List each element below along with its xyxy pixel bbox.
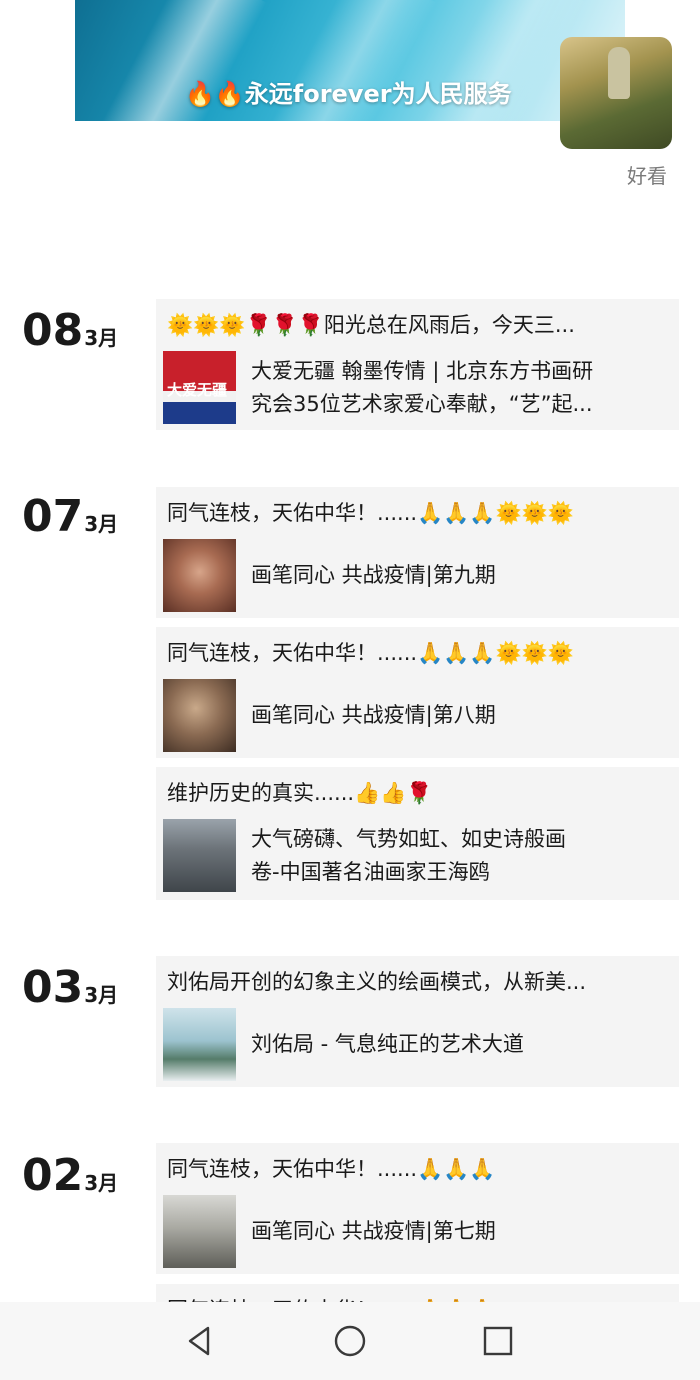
post-day: 02 xyxy=(22,1150,84,1201)
post-thumbnail xyxy=(163,1008,236,1081)
post-card[interactable]: 刘佑局开创的幻象主义的绘画模式，从新美... 刘佑局 - 气息纯正的艺术大道 xyxy=(156,956,679,1087)
post-title: 🌞🌞🌞🌹🌹🌹阳光总在风雨后，今天三... xyxy=(167,313,575,337)
recents-button[interactable] xyxy=(448,1302,548,1380)
post-month: 3月 xyxy=(84,326,119,350)
profile-avatar[interactable] xyxy=(560,37,672,149)
back-button[interactable] xyxy=(150,1302,250,1380)
post-date: 073月 xyxy=(22,495,118,546)
thumb-text: 大爱无疆 xyxy=(167,382,228,399)
post-title: 同气连枝，天佑中华！......🙏🙏🙏 xyxy=(167,1157,496,1181)
post-thumbnail xyxy=(163,1195,236,1268)
post-thumbnail xyxy=(163,539,236,612)
shared-article-title: 画笔同心 共战疫情|第七期 xyxy=(251,1219,496,1243)
post-date: 023月 xyxy=(22,1154,118,1205)
post-month: 3月 xyxy=(84,512,119,536)
post-card[interactable]: 同气连枝，天佑中华！......🙏🙏🙏🌞🌞🌞 画笔同心 共战疫情|第八期 xyxy=(156,627,679,758)
post-month: 3月 xyxy=(84,1171,119,1195)
post-title: 刘佑局开创的幻象主义的绘画模式，从新美... xyxy=(167,970,587,994)
haokan-label[interactable]: 好看 xyxy=(627,160,667,189)
cover-image[interactable]: 🔥🔥永远forever为人民服务 xyxy=(75,0,625,121)
shared-article-title-line1: 大气磅礴、气势如虹、如史诗般画 xyxy=(251,827,566,851)
system-navigation-bar xyxy=(0,1302,700,1380)
shared-article-title-line2: 卷-中国著名油画家王海鸥 xyxy=(251,860,490,884)
post-thumbnail xyxy=(163,819,236,892)
cover-caption: 🔥🔥永远forever为人民服务 xyxy=(185,80,512,108)
post-card[interactable]: 同气连枝，天佑中华！......🙏🙏🙏 画笔同心 共战疫情|第七期 xyxy=(156,1143,679,1274)
post-card[interactable]: 🌞🌞🌞🌹🌹🌹阳光总在风雨后，今天三... 大爱无疆 大爱无疆 翰墨传情 | 北京… xyxy=(156,299,679,430)
post-thumbnail: 大爱无疆 xyxy=(163,351,236,424)
home-icon xyxy=(334,1325,366,1357)
shared-article-title-line2: 究会35位艺术家爱心奉献，“艺”起... xyxy=(251,392,593,416)
post-date: 033月 xyxy=(22,966,118,1017)
post-title: 维护历史的真实......👍👍🌹 xyxy=(167,781,433,805)
back-icon xyxy=(188,1326,210,1356)
shared-article-title: 刘佑局 - 气息纯正的艺术大道 xyxy=(251,1032,524,1056)
shared-article-title-line1: 大爱无疆 翰墨传情 | 北京东方书画研 xyxy=(251,359,594,383)
home-button[interactable] xyxy=(300,1302,400,1380)
recents-icon xyxy=(483,1326,513,1356)
post-date: 083月 xyxy=(22,309,118,360)
post-day: 07 xyxy=(22,491,84,542)
shared-article-title: 画笔同心 共战疫情|第八期 xyxy=(251,703,496,727)
post-month: 3月 xyxy=(84,983,119,1007)
post-title: 同气连枝，天佑中华！......🙏🙏🙏🌞🌞🌞 xyxy=(167,501,574,525)
post-day: 03 xyxy=(22,962,84,1013)
shared-article-title: 画笔同心 共战疫情|第九期 xyxy=(251,563,496,587)
post-card[interactable]: 同气连枝，天佑中华！......🙏🙏🙏🌞🌞🌞 画笔同心 共战疫情|第九期 xyxy=(156,487,679,618)
post-card[interactable]: 维护历史的真实......👍👍🌹 大气磅礴、气势如虹、如史诗般画 卷-中国著名油… xyxy=(156,767,679,900)
post-title: 同气连枝，天佑中华！......🙏🙏🙏🌞🌞🌞 xyxy=(167,641,574,665)
post-day: 08 xyxy=(22,305,84,356)
post-thumbnail xyxy=(163,679,236,752)
